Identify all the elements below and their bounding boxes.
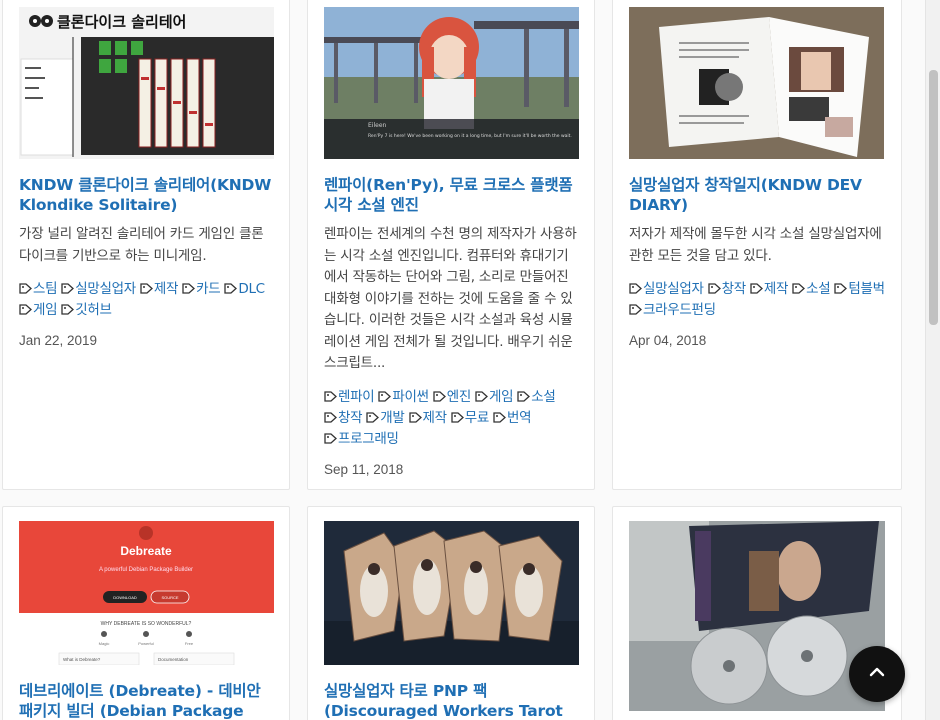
tag-icon <box>19 280 32 294</box>
tag-link[interactable]: 카드 <box>182 280 221 297</box>
post-date: Sep 11, 2018 <box>324 461 404 477</box>
tag-icon <box>324 388 337 402</box>
post-thumbnail[interactable] <box>629 521 885 711</box>
tag-icon <box>224 280 238 294</box>
post-card: Debreate A powerful Debian Package Build… <box>2 506 290 720</box>
post-tags: 렌파이 파이썬 엔진 게임 소설 창작 개발 제작 무료 번역 프로그래밍 <box>324 387 578 450</box>
tag-link[interactable]: 텀블벅 <box>834 280 885 297</box>
solitaire-thumbnail-image: 클론다이크 솔리테어 <box>19 7 274 159</box>
debreate-thumbnail-image: Debreate A powerful Debian Package Build… <box>19 521 274 665</box>
post-card: 실망실업자 창작일지(KNDW DEV DIARY) 저자가 제작에 몰두한 시… <box>612 0 902 490</box>
tag-link[interactable]: 창작 <box>707 280 746 297</box>
svg-text:A powerful Debian Package Buil: A powerful Debian Package Builder <box>99 567 193 573</box>
page-scrollbar[interactable] <box>925 0 940 720</box>
svg-text:Free: Free <box>185 641 194 646</box>
post-tags: 스팀 실망실업자 제작 카드 DLC 게임 깃허브 <box>19 279 273 321</box>
tag-icon <box>792 280 806 294</box>
post-title-link[interactable]: 렌파이(Ren'Py), 무료 크로스 플랫폼 시각 소설 엔진 <box>324 175 578 215</box>
tag-link[interactable]: 프로그래밍 <box>324 431 399 447</box>
tag-link[interactable]: 제작 <box>750 281 788 297</box>
post-thumbnail[interactable]: Debreate A powerful Debian Package Build… <box>19 521 274 665</box>
tag-link[interactable]: 크라우드펀딩 <box>629 302 716 318</box>
tag-icon <box>433 388 446 402</box>
tag-link[interactable]: 파이썬 <box>378 388 429 405</box>
tag-link[interactable]: 게임 <box>475 388 514 405</box>
post-excerpt: 렌파이는 전세계의 수천 명의 제작자가 사용하는 시각 소설 엔진입니다. 컴… <box>324 226 577 371</box>
tag-link[interactable]: 창작 <box>324 409 363 426</box>
scrollbar-thumb[interactable] <box>929 70 938 325</box>
renpy-thumbnail-image: Eileen Ren'Py 7 is here! We've been work… <box>324 7 579 159</box>
svg-text:Ren'Py 7 is here! We've been w: Ren'Py 7 is here! We've been working on … <box>368 133 572 139</box>
post-date: Jan 22, 2019 <box>19 333 98 348</box>
tag-icon <box>475 388 488 402</box>
svg-text:DOWNLOAD: DOWNLOAD <box>113 595 137 600</box>
svg-text:WHY DEBREATE IS SO WONDERFUL?: WHY DEBREATE IS SO WONDERFUL? <box>101 621 192 627</box>
post-date: Apr 04, 2018 <box>629 333 707 348</box>
post-card: Eileen Ren'Py 7 is here! We've been work… <box>307 0 595 490</box>
post-title-link[interactable]: 실망실업자 타로 PNP 팩 (Discouraged Workers Taro… <box>324 681 578 720</box>
svg-text:클론다이크 솔리테어: 클론다이크 솔리테어 <box>57 13 186 31</box>
tag-link[interactable]: 엔진 <box>433 389 471 405</box>
tag-icon <box>517 388 531 402</box>
tag-link[interactable]: 게임 <box>19 301 58 318</box>
tag-icon <box>324 430 337 444</box>
dev-diary-thumbnail-image <box>629 7 884 159</box>
tag-icon <box>408 409 422 423</box>
post-thumbnail[interactable] <box>324 521 579 665</box>
post-thumbnail[interactable]: Eileen Ren'Py 7 is here! We've been work… <box>324 7 579 159</box>
tag-icon <box>140 280 153 294</box>
tag-link[interactable]: 제작 <box>140 281 178 297</box>
tag-icon <box>834 280 848 294</box>
post-card: 실망실업자 타로 PNP 팩 (Discouraged Workers Taro… <box>307 506 595 720</box>
svg-text:Magic: Magic <box>99 641 110 646</box>
tag-link[interactable]: 번역 <box>493 409 532 426</box>
tag-icon <box>378 388 392 402</box>
tag-icon <box>451 409 464 423</box>
tag-icon <box>750 280 763 294</box>
tag-link[interactable]: 실망실업자 <box>629 281 704 297</box>
post-title-link[interactable]: KNDW 클론다이크 솔리테어(KNDW Klondike Solitaire) <box>19 175 273 215</box>
svg-text:Debreate: Debreate <box>120 544 172 558</box>
post-thumbnail[interactable]: 클론다이크 솔리테어 <box>19 7 274 159</box>
chevron-up-icon <box>868 665 886 683</box>
post-card: 클론다이크 솔리테어 KNDW 클론다이크 솔리테어(KNDW Klondike… <box>2 0 290 490</box>
tag-icon <box>182 280 196 294</box>
tag-link[interactable]: 개발 <box>366 409 405 426</box>
tag-link[interactable]: 스팀 <box>19 280 58 297</box>
svg-text:SOURCE: SOURCE <box>161 595 178 600</box>
tag-icon <box>324 409 337 423</box>
tag-link[interactable]: 실망실업자 <box>61 281 136 297</box>
post-title-link[interactable]: 실망실업자 창작일지(KNDW DEV DIARY) <box>629 175 885 215</box>
tag-icon <box>61 301 75 315</box>
post-tags: 실망실업자 창작 제작 소설 텀블벅 크라우드펀딩 <box>629 279 885 321</box>
post-excerpt: 가장 널리 알려진 솔리테어 카드 게임인 클론다이크를 기반으로 하는 미니게… <box>19 226 264 264</box>
svg-text:What is Debreate?: What is Debreate? <box>63 657 101 662</box>
tag-link[interactable]: 소설 <box>792 280 831 297</box>
tag-icon <box>493 409 506 423</box>
tag-link[interactable]: 무료 <box>451 410 489 426</box>
post-thumbnail[interactable] <box>629 7 884 159</box>
svg-text:Eileen: Eileen <box>368 122 387 129</box>
post-title-link[interactable]: 데브리에이트 (Debreate) - 데비안 패키지 빌더 (Debian P… <box>19 681 273 720</box>
tarot-thumbnail-image <box>324 521 579 665</box>
tag-icon <box>707 280 721 294</box>
back-to-top-button[interactable] <box>849 646 905 702</box>
tag-icon <box>366 409 380 423</box>
package-thumbnail-image <box>629 521 885 711</box>
tag-link[interactable]: 깃허브 <box>61 301 112 318</box>
tag-link[interactable]: 소설 <box>517 388 556 405</box>
tag-link[interactable]: 제작 <box>408 409 447 426</box>
post-excerpt: 저자가 제작에 몰두한 시각 소설 실망실업자에 관한 모든 것을 담고 있다. <box>629 226 882 264</box>
svg-text:Powerful: Powerful <box>138 641 154 646</box>
tag-link[interactable]: DLC <box>224 280 265 297</box>
svg-text:Documentation: Documentation <box>158 657 189 662</box>
tag-icon <box>19 301 32 315</box>
tag-icon <box>629 280 642 294</box>
tag-icon <box>629 301 642 315</box>
tag-icon <box>61 280 75 294</box>
tag-link[interactable]: 렌파이 <box>324 388 375 405</box>
